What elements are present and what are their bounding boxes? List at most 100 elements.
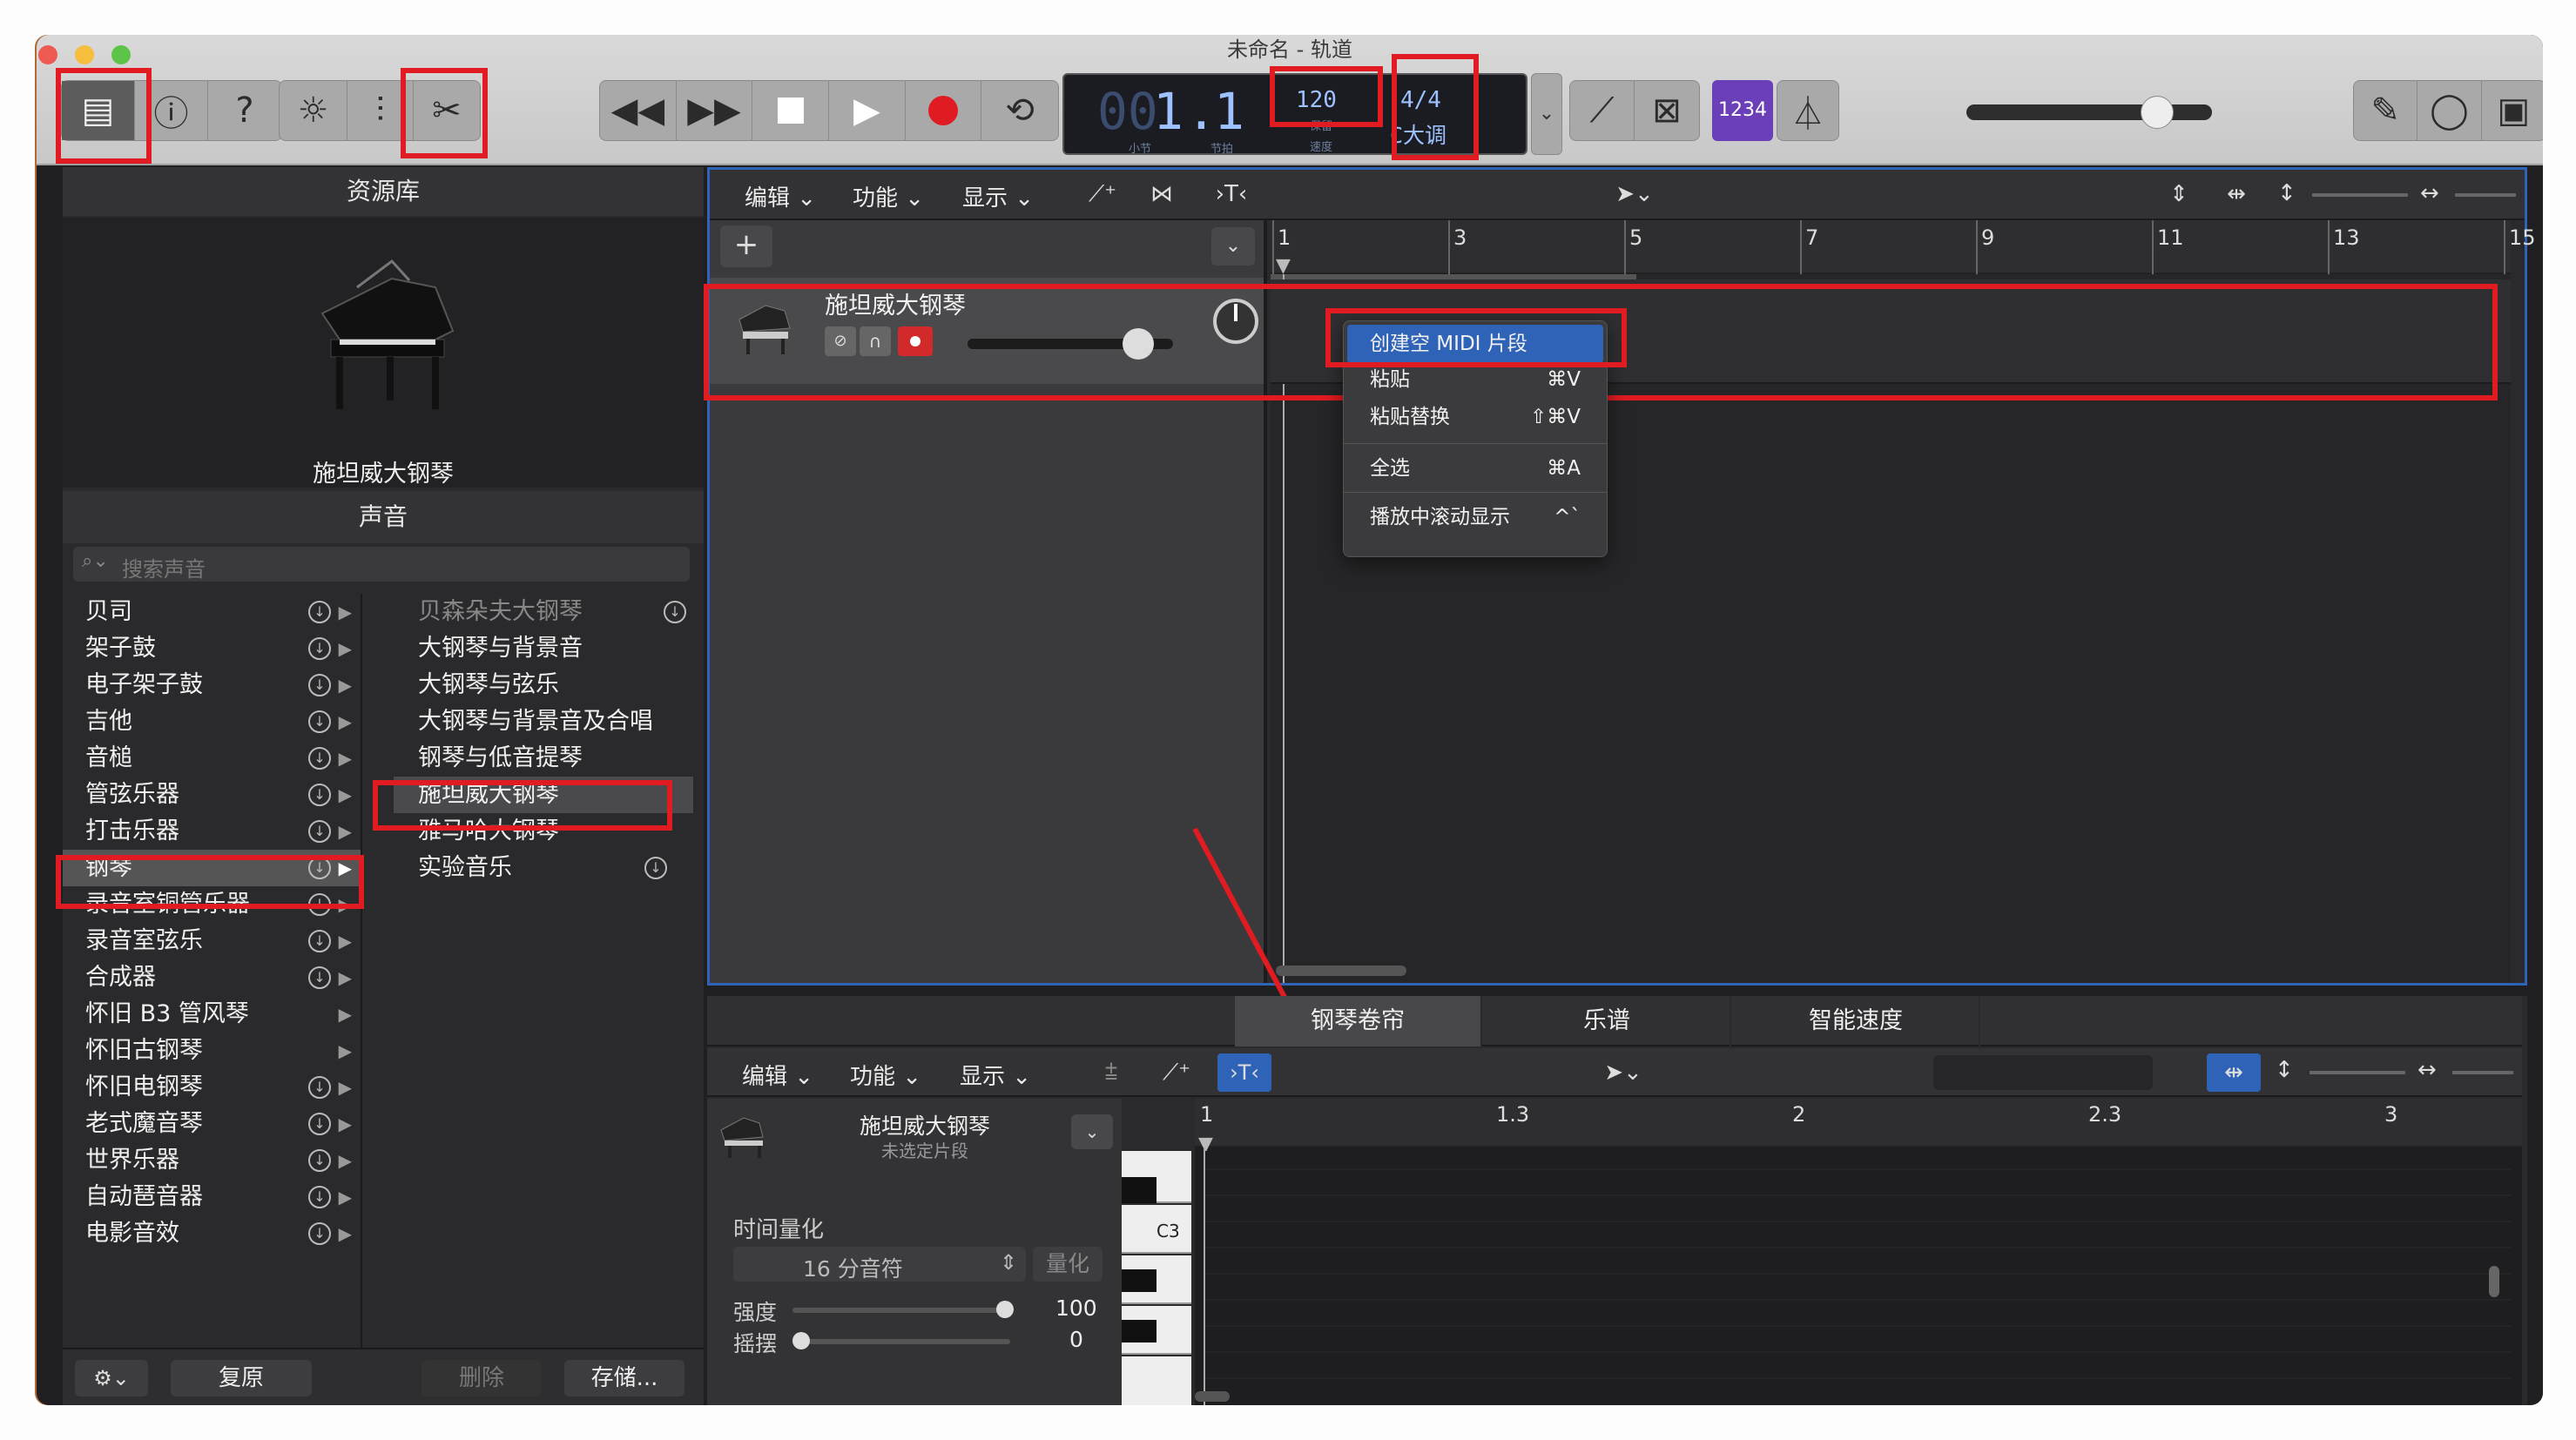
pr-horizontal-scrollbar[interactable]	[1195, 1391, 1230, 1402]
region-collapse-button[interactable]: ⌄	[1071, 1114, 1113, 1149]
play-button[interactable]: ▶	[829, 81, 906, 140]
patch-item[interactable]: 钢琴与低音提琴	[394, 740, 693, 777]
swing-slider[interactable]	[792, 1339, 1010, 1344]
pr-pointer-tool-menu[interactable]: ➤⌄	[1588, 1053, 1658, 1092]
download-icon[interactable]: ↓	[308, 637, 331, 660]
download-icon[interactable]: ↓	[308, 1186, 331, 1208]
category-item[interactable]: 电影音效 ↓ ▶	[63, 1215, 361, 1252]
download-icon[interactable]: ↓	[308, 710, 331, 733]
download-icon[interactable]: ↓	[308, 1113, 331, 1135]
quick-help-button[interactable]: ?	[208, 81, 281, 140]
fit-vertical-button[interactable]: ⇕	[2152, 175, 2206, 213]
pr-view-menu[interactable]: 显示 ⌄	[960, 1059, 1031, 1091]
library-settings-button[interactable]: ⚙⌄	[75, 1360, 148, 1396]
lcd-mode-button[interactable]: ⌄	[1531, 73, 1562, 155]
tab-smart-tempo[interactable]: 智能速度	[1733, 996, 1980, 1046]
category-item[interactable]: 合成器 ↓ ▶	[63, 959, 361, 996]
pointer-tool-menu[interactable]: ➤⌄	[1600, 175, 1669, 213]
piano-roll-ruler[interactable]: 1 1.3 2 2.3 3	[1195, 1099, 2522, 1147]
view-menu[interactable]: 显示 ⌄	[962, 180, 1034, 212]
category-item[interactable]: 自动琶音器 ↓ ▶	[63, 1179, 361, 1215]
category-item[interactable]: 吉他 ↓ ▶	[63, 703, 361, 740]
download-icon[interactable]: ↓	[308, 966, 331, 989]
context-menu-item[interactable]: 播放中滚动显示 ^`	[1344, 492, 1607, 541]
download-icon[interactable]: ↓	[308, 820, 331, 843]
patch-item[interactable]: 实验音乐 ↓	[394, 850, 693, 886]
global-tracks-button[interactable]: ⌄	[1211, 227, 1255, 266]
edit-menu[interactable]: 编辑 ⌄	[745, 180, 816, 212]
add-track-button[interactable]: +	[720, 225, 772, 267]
sound-search-field[interactable]: ⌕⌄ 搜索声音	[73, 547, 690, 582]
loop-browser-button[interactable]: ◯	[2418, 81, 2482, 140]
black-key[interactable]	[1122, 1320, 1157, 1342]
piano-keyboard[interactable]: C3	[1122, 1099, 1191, 1405]
category-item[interactable]: 世界乐器 ↓ ▶	[63, 1142, 361, 1179]
download-icon[interactable]: ↓	[308, 747, 331, 770]
context-menu-item[interactable]: 全选 ⌘A	[1344, 443, 1607, 492]
tab-piano-roll[interactable]: 钢琴卷帘	[1235, 996, 1482, 1046]
pr-fit-button[interactable]: ⇹	[2207, 1053, 2261, 1092]
category-item[interactable]: 怀旧古钢琴 ▶	[63, 1033, 361, 1069]
tab-score[interactable]: 乐谱	[1484, 996, 1731, 1046]
metronome-button[interactable]: ⏃	[1777, 80, 1839, 141]
black-key[interactable]	[1122, 1177, 1157, 1203]
category-item[interactable]: 老式魔音琴 ↓ ▶	[63, 1106, 361, 1142]
category-item[interactable]: 打击乐器 ↓ ▶	[63, 813, 361, 850]
download-icon[interactable]: ↓	[664, 601, 686, 623]
fit-horizontal-button[interactable]: ⇹	[2209, 175, 2263, 213]
flex-button[interactable]: ⋈	[1135, 175, 1189, 213]
automation-button[interactable]: ⟋⁺	[1076, 175, 1130, 213]
pr-automation-button[interactable]: ⟋⁺	[1150, 1053, 1204, 1092]
record-button[interactable]	[906, 81, 982, 140]
pr-vertical-scrollbar[interactable]	[2489, 1266, 2499, 1297]
category-item[interactable]: 怀旧 B3 管风琴 ▶	[63, 996, 361, 1033]
cycle-button[interactable]: ⟲	[981, 81, 1058, 140]
collapse-button[interactable]: ⩲	[1087, 1053, 1136, 1092]
pr-snap-button[interactable]: ›T‹	[1217, 1053, 1271, 1092]
strength-slider[interactable]	[792, 1308, 1010, 1313]
download-icon[interactable]: ↓	[308, 1149, 331, 1172]
timeline-scrollbar[interactable]	[1276, 966, 1406, 976]
piano-roll-grid[interactable]: 1 1.3 2 2.3 3 ▼	[1195, 1099, 2522, 1405]
swing-knob[interactable]	[792, 1332, 810, 1349]
replace-button[interactable]: ⊠	[1635, 81, 1699, 140]
black-key[interactable]	[1122, 1269, 1157, 1292]
strength-knob[interactable]	[996, 1301, 1014, 1318]
forward-button[interactable]: ▶▶	[677, 81, 753, 140]
save-button[interactable]: 存储...	[564, 1360, 684, 1396]
timeline-ruler[interactable]: 1 3 5 7 9 11 13 15	[1271, 220, 2536, 274]
tuner-button[interactable]: ⟋	[1570, 81, 1635, 140]
swing-value[interactable]: 0	[1069, 1327, 1083, 1352]
category-item[interactable]: 音槌 ↓ ▶	[63, 740, 361, 777]
patch-item[interactable]: 大钢琴与弦乐	[394, 667, 693, 703]
strength-value[interactable]: 100	[1055, 1295, 1097, 1321]
quantize-button[interactable]: 量化	[1033, 1247, 1103, 1282]
pr-vertical-zoom-slider[interactable]	[2310, 1071, 2405, 1074]
revert-button[interactable]: 复原	[171, 1360, 312, 1396]
master-volume-slider[interactable]	[1966, 104, 2212, 120]
white-key[interactable]	[1122, 1356, 1191, 1405]
quantize-value-select[interactable]: 16 分音符 ⇕	[733, 1247, 1026, 1282]
patch-item[interactable]: 大钢琴与背景音	[394, 630, 693, 667]
vertical-zoom-slider[interactable]	[2312, 193, 2408, 197]
context-menu-item[interactable]: 粘贴 ⌘V	[1344, 367, 1607, 393]
download-icon[interactable]: ↓	[308, 930, 331, 952]
count-in-button[interactable]: 1234	[1712, 80, 1773, 141]
stop-button[interactable]	[752, 81, 830, 140]
delete-button[interactable]: 删除	[421, 1360, 542, 1396]
pr-horizontal-zoom-slider[interactable]	[2452, 1071, 2513, 1074]
category-item[interactable]: 怀旧电钢琴 ↓ ▶	[63, 1069, 361, 1106]
pr-functions-menu[interactable]: 功能 ⌄	[850, 1059, 921, 1091]
patch-item[interactable]: 大钢琴与背景音及合唱	[394, 703, 693, 740]
media-browser-button[interactable]: ▣	[2482, 81, 2543, 140]
notepad-button[interactable]: ✎	[2354, 81, 2418, 140]
note-grid[interactable]	[1205, 1151, 2512, 1403]
patch-item[interactable]: 贝森朵夫大钢琴 ↓	[394, 594, 693, 630]
category-item[interactable]: 管弦乐器 ↓ ▶	[63, 777, 361, 813]
master-volume-knob[interactable]	[2141, 96, 2174, 129]
smart-controls-button[interactable]: ☼	[280, 81, 347, 140]
functions-menu[interactable]: 功能 ⌄	[853, 180, 924, 212]
category-item[interactable]: 架子鼓 ↓ ▶	[63, 630, 361, 667]
category-item[interactable]: 电子架子鼓 ↓ ▶	[63, 667, 361, 703]
download-icon[interactable]: ↓	[308, 784, 331, 806]
